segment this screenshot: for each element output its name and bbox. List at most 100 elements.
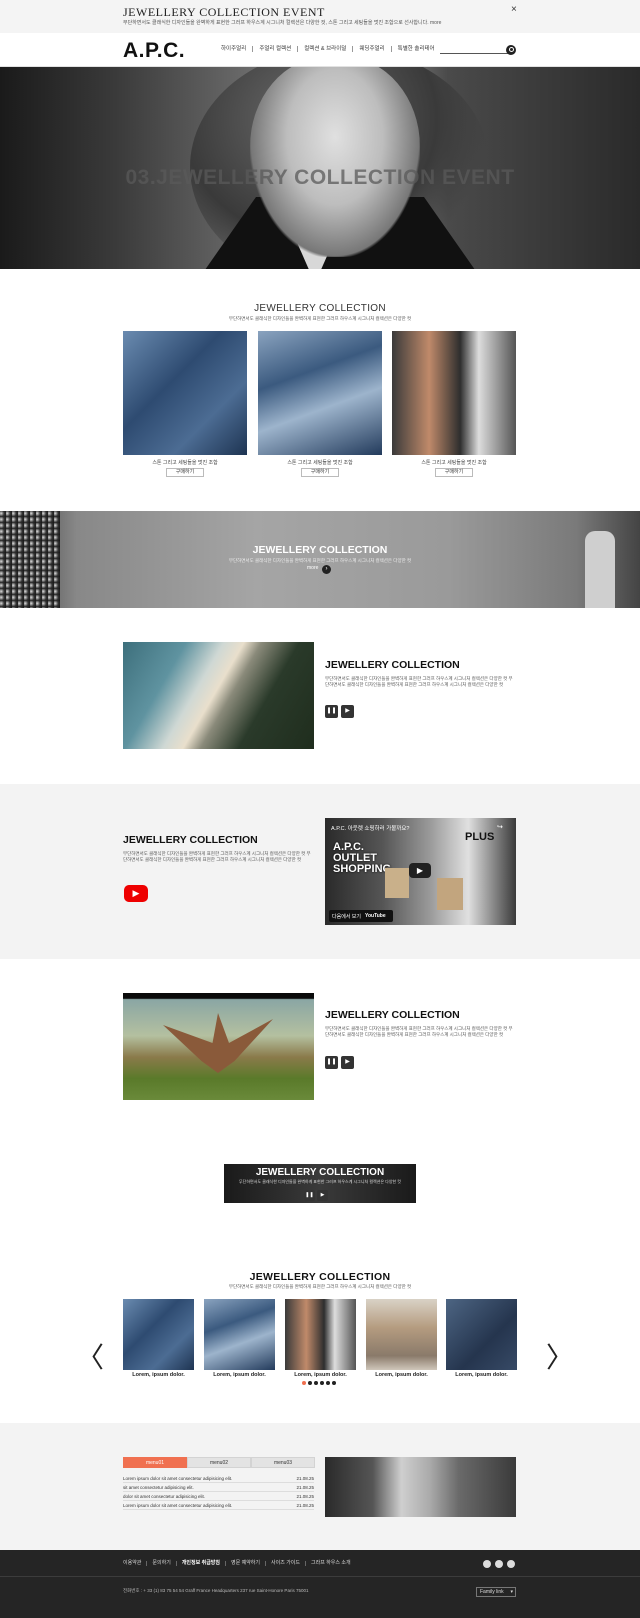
nav-item-high-jewellery[interactable]: 하이주얼리 bbox=[215, 46, 252, 52]
mini-banner-subtitle: 무단하면서도 클래식한 디자인들을 완벽하게 표현한 그러프 하우스계 시그니처… bbox=[239, 1179, 401, 1184]
carousel-dot[interactable] bbox=[308, 1381, 312, 1385]
carousel-caption-2: Lorem, ipsum dolor. bbox=[213, 1372, 266, 1378]
watch-label: 다음에서 보기 bbox=[332, 914, 361, 920]
mini-banner-title: JEWELLERY COLLECTION bbox=[255, 1167, 385, 1178]
youtube-plus-text: PLUS bbox=[465, 831, 495, 843]
carousel-subtitle: 무단하면서도 클래식한 디자인들을 완벽하게 표현한 그러프 하우스계 시그니처… bbox=[228, 1284, 412, 1289]
watch-on-youtube-button[interactable]: 다음에서 보기 YouTube bbox=[329, 910, 393, 922]
buy-button-2[interactable]: 구매하기 bbox=[301, 468, 339, 477]
tab-menu03[interactable]: menu03 bbox=[251, 1457, 315, 1468]
tab-menu02[interactable]: menu02 bbox=[187, 1457, 251, 1468]
carousel-item-1[interactable] bbox=[123, 1299, 194, 1370]
nav-item-wedding[interactable]: 웨딩주얼리 bbox=[352, 46, 390, 52]
chevron-right-icon[interactable]: 〉 bbox=[546, 1336, 574, 1376]
family-link-label: Family link bbox=[480, 1589, 504, 1595]
video3-desc: 무단하면서도 클래식한 디자인들을 완벽하게 표현한 그러프 하우스계 시그니처… bbox=[325, 1026, 513, 1037]
video1-desc: 무단하면서도 클래식한 디자인들을 완벽하게 표현한 그러프 하우스계 시그니처… bbox=[325, 676, 513, 687]
footer-link-privacy[interactable]: 개인정보 취급방침 bbox=[175, 1561, 225, 1566]
page: JEWELLERY COLLECTION EVENT 무단하면서도 클래식한 디… bbox=[0, 0, 640, 1618]
notice-row[interactable]: sit amet consectetur adipisicing elit. 2… bbox=[123, 1483, 314, 1492]
search-icon[interactable] bbox=[506, 45, 516, 55]
video1-title: JEWELLERY COLLECTION bbox=[325, 659, 460, 671]
carousel-item-2[interactable] bbox=[204, 1299, 275, 1370]
youtube-brand: YouTube bbox=[365, 913, 386, 919]
footer-link-about[interactable]: 그라프 하우스 소개 bbox=[305, 1561, 356, 1566]
carousel-item-5[interactable] bbox=[446, 1299, 517, 1370]
buy-button-3[interactable]: 구매하기 bbox=[435, 468, 473, 477]
notice-text: dolor sit amet consectetur adipisicing e… bbox=[123, 1494, 206, 1499]
video-dragon[interactable] bbox=[123, 993, 314, 1100]
carousel-title: JEWELLERY COLLECTION bbox=[249, 1271, 391, 1283]
event-desc[interactable]: 무단하면서도 클래식한 디자인들을 완벽하게 표현한 그러프 하우스계 시그니처… bbox=[123, 19, 443, 26]
notice-date: 21.08.25 bbox=[296, 1494, 314, 1499]
notice-row[interactable]: Lorem ipsum dolor sit amet consectetur a… bbox=[123, 1501, 314, 1510]
close-icon[interactable]: × bbox=[511, 4, 517, 15]
play-icon[interactable]: ▶ bbox=[317, 1190, 328, 1201]
logo[interactable]: A.P.C. bbox=[123, 39, 185, 63]
arrow-right-icon[interactable]: › bbox=[322, 565, 331, 574]
carousel-dot[interactable] bbox=[326, 1381, 330, 1385]
chevron-left-icon[interactable]: 〈 bbox=[76, 1336, 104, 1376]
hero-title: 03.JEWELLERY COLLECTION EVENT bbox=[125, 166, 515, 189]
footer-link-reservation[interactable]: 영문 예약하기 bbox=[225, 1561, 265, 1566]
video2-desc: 무단하면서도 클래식한 디자인들을 완벽하게 표현한 그러프 하우스계 시그니처… bbox=[123, 851, 311, 862]
shopping-bag bbox=[385, 868, 409, 898]
notice-text: sit amet consectetur adipisicing elit. bbox=[123, 1485, 194, 1490]
instagram-icon[interactable] bbox=[483, 1560, 491, 1568]
notice-row[interactable]: Lorem ipsum dolor sit amet consectetur a… bbox=[123, 1474, 314, 1483]
youtube-play-icon[interactable]: ▶ bbox=[409, 863, 431, 878]
carousel-item-4[interactable] bbox=[366, 1299, 437, 1370]
carousel-dot[interactable] bbox=[332, 1381, 336, 1385]
notice-section bbox=[0, 1423, 640, 1550]
carousel-caption-1: Lorem, ipsum dolor. bbox=[132, 1372, 185, 1378]
main-nav: 하이주얼리 주얼리 컬렉션 컬렉션 & 브라이덜 웨딩주얼리 특별한 솔리테어 bbox=[215, 46, 441, 52]
pause-icon[interactable]: ❚❚ bbox=[325, 1056, 338, 1069]
footer-address: 전화번호 : + 33 (1) 83 75 54 54 Graff France… bbox=[123, 1588, 309, 1593]
product-image-2[interactable] bbox=[258, 331, 382, 455]
play-icon[interactable]: ▶ bbox=[341, 1056, 354, 1069]
shopping-bag-2 bbox=[437, 878, 463, 910]
video3-title: JEWELLERY COLLECTION bbox=[325, 1009, 460, 1021]
carousel-caption-4: Lorem, ipsum dolor. bbox=[375, 1372, 428, 1378]
product-caption-2: 스톤 그리고 세팅들을 멋진 조합 bbox=[287, 460, 353, 466]
street-photo bbox=[325, 1457, 516, 1517]
band-more-link[interactable]: more bbox=[307, 565, 318, 571]
notice-text: Lorem ipsum dolor sit amet consectetur a… bbox=[123, 1476, 233, 1481]
notice-row[interactable]: dolor sit amet consectetur adipisicing e… bbox=[123, 1492, 314, 1501]
notice-date: 21.08.25 bbox=[296, 1485, 314, 1490]
product-image-1[interactable] bbox=[123, 331, 247, 455]
carousel-caption-5: Lorem, ipsum dolor. bbox=[455, 1372, 508, 1378]
youtube-video-title: A.P.C. 아웃렛 쇼핑하러 가볼까요? bbox=[331, 826, 410, 832]
footer-link-contact[interactable]: 문의하기 bbox=[146, 1561, 175, 1566]
family-link-select[interactable]: Family link ▾ bbox=[476, 1587, 516, 1597]
product-caption-1: 스톤 그리고 세팅들을 멋진 조합 bbox=[152, 460, 218, 466]
footer-links: 이용약관 문의하기 개인정보 취급방침 영문 예약하기 사이즈 가이드 그라프 … bbox=[123, 1561, 356, 1566]
footer-link-size-guide[interactable]: 사이즈 가이드 bbox=[265, 1561, 305, 1566]
pause-icon[interactable]: ❚❚ bbox=[325, 705, 338, 718]
carousel-dot[interactable] bbox=[302, 1381, 306, 1385]
band-title: JEWELLERY COLLECTION bbox=[252, 544, 388, 556]
tab-menu01[interactable]: menu01 bbox=[123, 1457, 187, 1468]
chevron-down-icon: ▾ bbox=[510, 1589, 513, 1595]
buy-button-1[interactable]: 구매하기 bbox=[166, 468, 204, 477]
hero-face bbox=[250, 67, 420, 257]
chat-icon[interactable] bbox=[495, 1560, 503, 1568]
notice-date: 21.08.25 bbox=[296, 1503, 314, 1508]
nav-item-bridal[interactable]: 컬렉션 & 브라이덜 bbox=[297, 46, 352, 52]
pause-icon[interactable]: ❚❚ bbox=[304, 1190, 315, 1201]
play-icon[interactable]: ▶ bbox=[341, 705, 354, 718]
footer-link-terms[interactable]: 이용약관 bbox=[123, 1561, 146, 1566]
shield-icon[interactable] bbox=[507, 1560, 515, 1568]
search-input[interactable] bbox=[440, 45, 514, 54]
nav-item-solitaire[interactable]: 특별한 솔리테어 bbox=[390, 46, 441, 52]
carousel-dot[interactable] bbox=[320, 1381, 324, 1385]
share-icon[interactable]: ↪ bbox=[497, 823, 503, 831]
carousel-dot[interactable] bbox=[314, 1381, 318, 1385]
video-beach[interactable] bbox=[123, 642, 314, 749]
youtube-logo-icon[interactable]: ▶ bbox=[124, 885, 148, 902]
carousel-item-3[interactable] bbox=[285, 1299, 356, 1370]
youtube-embed[interactable]: A.P.C. 아웃렛 쇼핑하러 가볼까요? A.P.C. OUTLET SHOP… bbox=[325, 818, 516, 925]
nav-item-jewellery-collection[interactable]: 주얼리 컬렉션 bbox=[252, 46, 297, 52]
product-image-3[interactable] bbox=[392, 331, 516, 455]
notice-date: 21.08.25 bbox=[296, 1476, 314, 1481]
